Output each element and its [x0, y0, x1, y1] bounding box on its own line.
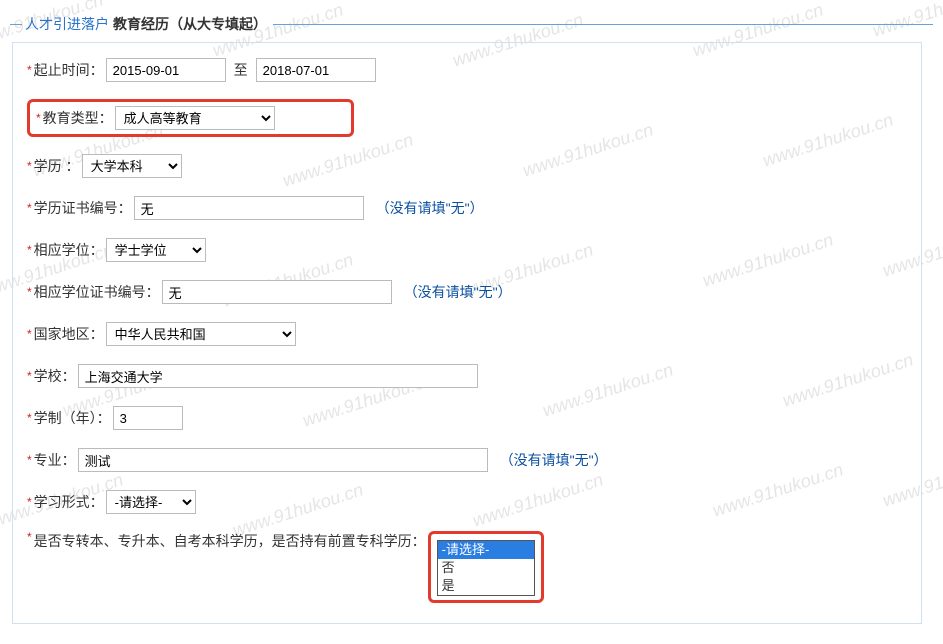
label-edu-type: 教育类型： [43, 108, 113, 128]
label-country: 国家地区： [34, 324, 104, 344]
input-school[interactable] [78, 364, 478, 388]
select-prior-junior-open[interactable]: -请选择- 否 是 [437, 540, 535, 596]
option-no[interactable]: 否 [438, 559, 534, 577]
label-school: 学校： [34, 366, 76, 386]
row-study-form: * 学习形式： -请选择- [27, 489, 907, 515]
row-school: * 学校： [27, 363, 907, 389]
row-date-range: * 起止时间： 至 [27, 57, 907, 83]
hint-corr-degree-cert: （没有请填"无"） [404, 282, 512, 302]
hint-cert-no: （没有请填"无"） [376, 198, 484, 218]
label-duration: 学制（年）： [34, 408, 111, 428]
input-major[interactable] [78, 448, 488, 472]
required-marker: * [27, 286, 32, 298]
input-date-from[interactable] [106, 58, 226, 82]
row-duration: * 学制（年）： [27, 405, 907, 431]
row-prior-junior: * 是否专转本、专升本、自考本科学历，是否持有前置专科学历： -请选择- 否 是 [27, 531, 907, 603]
row-cert-no: * 学历证书编号： （没有请填"无"） [27, 195, 907, 221]
legend-title-sub: 教育经历（从大专填起） [113, 14, 267, 34]
option-placeholder[interactable]: -请选择- [438, 541, 534, 559]
education-form: * 起止时间： 至 * 教育类型： 成人高等教育 * 学历 ： 大学本科 [12, 42, 922, 624]
required-marker: * [27, 328, 32, 340]
select-corr-degree[interactable]: 学士学位 [106, 238, 206, 262]
row-corr-degree-cert: * 相应学位证书编号： （没有请填"无"） [27, 279, 907, 305]
label-to: 至 [234, 60, 248, 80]
label-date-range: 起止时间： [34, 60, 104, 80]
label-study-form: 学习形式： [34, 492, 104, 512]
hint-major: （没有请填"无"） [500, 450, 608, 470]
legend-title-main: 人才引进落户 [25, 14, 109, 34]
required-marker: * [27, 160, 32, 172]
select-edu-type[interactable]: 成人高等教育 [115, 106, 275, 130]
required-marker: * [27, 244, 32, 256]
required-marker: * [27, 496, 32, 508]
required-marker: * [27, 202, 32, 214]
section-legend: 人才引进落户 教育经历（从大专填起） [10, 14, 933, 34]
select-degree[interactable]: 大学本科 [82, 154, 182, 178]
label-cert-no: 学历证书编号： [34, 198, 132, 218]
label-prior-junior: 是否专转本、专升本、自考本科学历，是否持有前置专科学历： [34, 531, 426, 551]
highlight-edu-type: * 教育类型： 成人高等教育 [27, 99, 354, 137]
row-corr-degree: * 相应学位： 学士学位 [27, 237, 907, 263]
label-degree: 学历 ： [34, 156, 80, 176]
input-corr-degree-cert[interactable] [162, 280, 392, 304]
required-marker: * [27, 454, 32, 466]
row-country: * 国家地区： 中华人民共和国 [27, 321, 907, 347]
input-date-to[interactable] [256, 58, 376, 82]
label-corr-degree-cert: 相应学位证书编号： [34, 282, 160, 302]
input-duration[interactable] [113, 406, 183, 430]
input-cert-no[interactable] [134, 196, 364, 220]
row-degree: * 学历 ： 大学本科 [27, 153, 907, 179]
option-yes[interactable]: 是 [438, 577, 534, 595]
required-marker: * [27, 370, 32, 382]
required-marker: * [27, 64, 32, 76]
row-major: * 专业： （没有请填"无"） [27, 447, 907, 473]
label-corr-degree: 相应学位： [34, 240, 104, 260]
select-study-form[interactable]: -请选择- [106, 490, 196, 514]
highlight-prior-junior: -请选择- 否 是 [428, 531, 544, 603]
select-country[interactable]: 中华人民共和国 [106, 322, 296, 346]
required-marker: * [27, 412, 32, 424]
row-edu-type: * 教育类型： 成人高等教育 [27, 99, 907, 137]
label-major: 专业： [34, 450, 76, 470]
required-marker: * [36, 112, 41, 124]
